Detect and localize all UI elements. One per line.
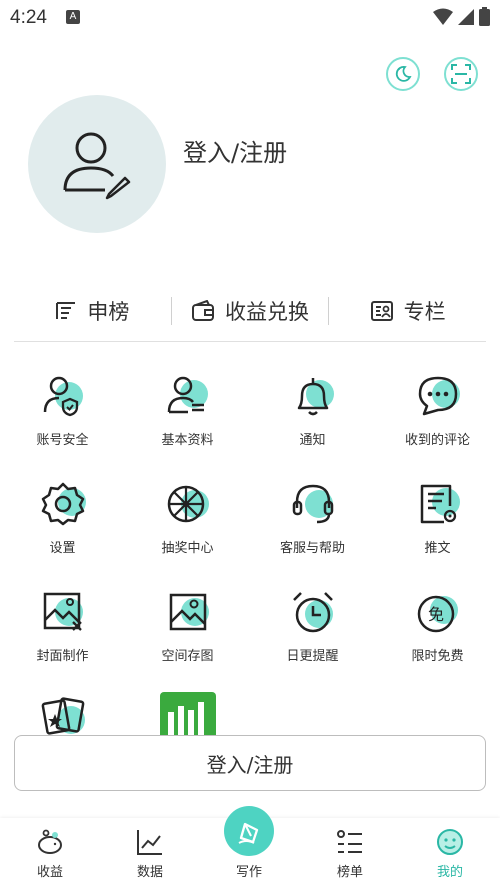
profile-card-icon [164,372,212,420]
storage-item[interactable]: 空间存图 [125,588,250,664]
settings-item[interactable]: 设置 [0,480,125,556]
notification-a-icon: A [66,10,80,24]
bell-icon [289,372,337,420]
login-register-button[interactable]: 登入/注册 [14,735,486,791]
comments-label: 收到的评论 [404,433,470,448]
service-item[interactable]: 客服与帮助 [250,480,375,556]
tab-mine-label: 我的 [436,865,463,880]
column-label: 专栏 [403,300,446,324]
notify-item[interactable]: 通知 [250,372,375,448]
wheel-icon [164,480,212,528]
free-badge-icon: 免 [414,588,462,636]
income-exchange-button[interactable]: 收益兑换 [172,296,329,326]
tab-data-label: 数据 [136,865,163,880]
basic-info-item[interactable]: 基本资料 [125,372,250,448]
rank-list-icon [337,830,362,853]
battery-icon [479,7,490,26]
lottery-label: 抽奖中心 [161,541,214,556]
night-mode-button[interactable] [386,57,420,91]
free-item[interactable]: 免 限时免费 [375,588,500,664]
chat-bubble-icon [414,372,462,420]
quick-bar: 申榜 收益兑换 专栏 [14,292,486,330]
rank-apply-label: 申榜 [87,300,130,324]
tab-mine[interactable]: 我的 [400,818,500,888]
reminder-label: 日更提醒 [286,649,339,664]
headset-icon [289,480,337,528]
promote-item[interactable]: 推文 [375,480,500,556]
status-icons [433,7,490,26]
account-security-label: 账号安全 [36,433,89,448]
tab-rank[interactable]: 榜单 [300,818,400,888]
comments-item[interactable]: 收到的评论 [375,372,500,448]
avatar[interactable] [28,95,166,233]
status-bar: 4:24 A [0,0,500,36]
tab-income-label: 收益 [36,865,63,880]
settings-label: 设置 [49,541,76,556]
promote-label: 推文 [424,541,451,556]
notify-label: 通知 [299,433,326,448]
smile-face-icon [437,829,463,855]
alarm-clock-icon [289,588,337,636]
free-label: 限时免费 [411,649,464,664]
tab-income[interactable]: 收益 [0,818,100,888]
shield-user-icon [39,372,87,420]
storage-label: 空间存图 [161,649,214,664]
user-edit-icon [63,132,131,200]
wallet-icon [192,300,214,321]
cover-item[interactable]: 封面制作 [0,588,125,664]
tab-data[interactable]: 数据 [100,818,200,888]
write-button[interactable] [224,806,274,856]
income-exchange-label: 收益兑换 [225,300,309,324]
lottery-item[interactable]: 抽奖中心 [125,480,250,556]
wifi-icon [433,8,453,25]
column-button[interactable]: 专栏 [329,296,486,326]
write-pen-icon [238,822,259,844]
picture-icon [164,588,212,636]
rank-list-icon [56,302,76,319]
cover-label: 封面制作 [36,649,89,664]
line-chart-icon [137,830,162,855]
moon-icon [395,66,412,82]
tab-rank-label: 榜单 [336,865,363,880]
document-gear-icon [414,480,462,528]
scan-button[interactable] [444,57,478,91]
scan-icon [451,64,471,84]
column-icon [370,301,393,321]
account-security-item[interactable]: 账号安全 [0,372,125,448]
piggy-bank-icon [38,829,62,854]
separator-line [14,341,486,342]
basic-info-label: 基本资料 [161,433,214,448]
service-label: 客服与帮助 [279,541,345,556]
status-time: 4:24 [10,7,47,28]
signal-icon [458,8,474,25]
gear-icon [39,480,87,528]
reminder-item[interactable]: 日更提醒 [250,588,375,664]
rank-apply-button[interactable]: 申榜 [14,296,171,326]
free-badge-text: 免 [427,605,443,624]
tab-write-label: 写作 [235,865,262,880]
image-scissors-icon [39,588,87,636]
login-register-link[interactable]: 登入/注册 [183,133,287,168]
